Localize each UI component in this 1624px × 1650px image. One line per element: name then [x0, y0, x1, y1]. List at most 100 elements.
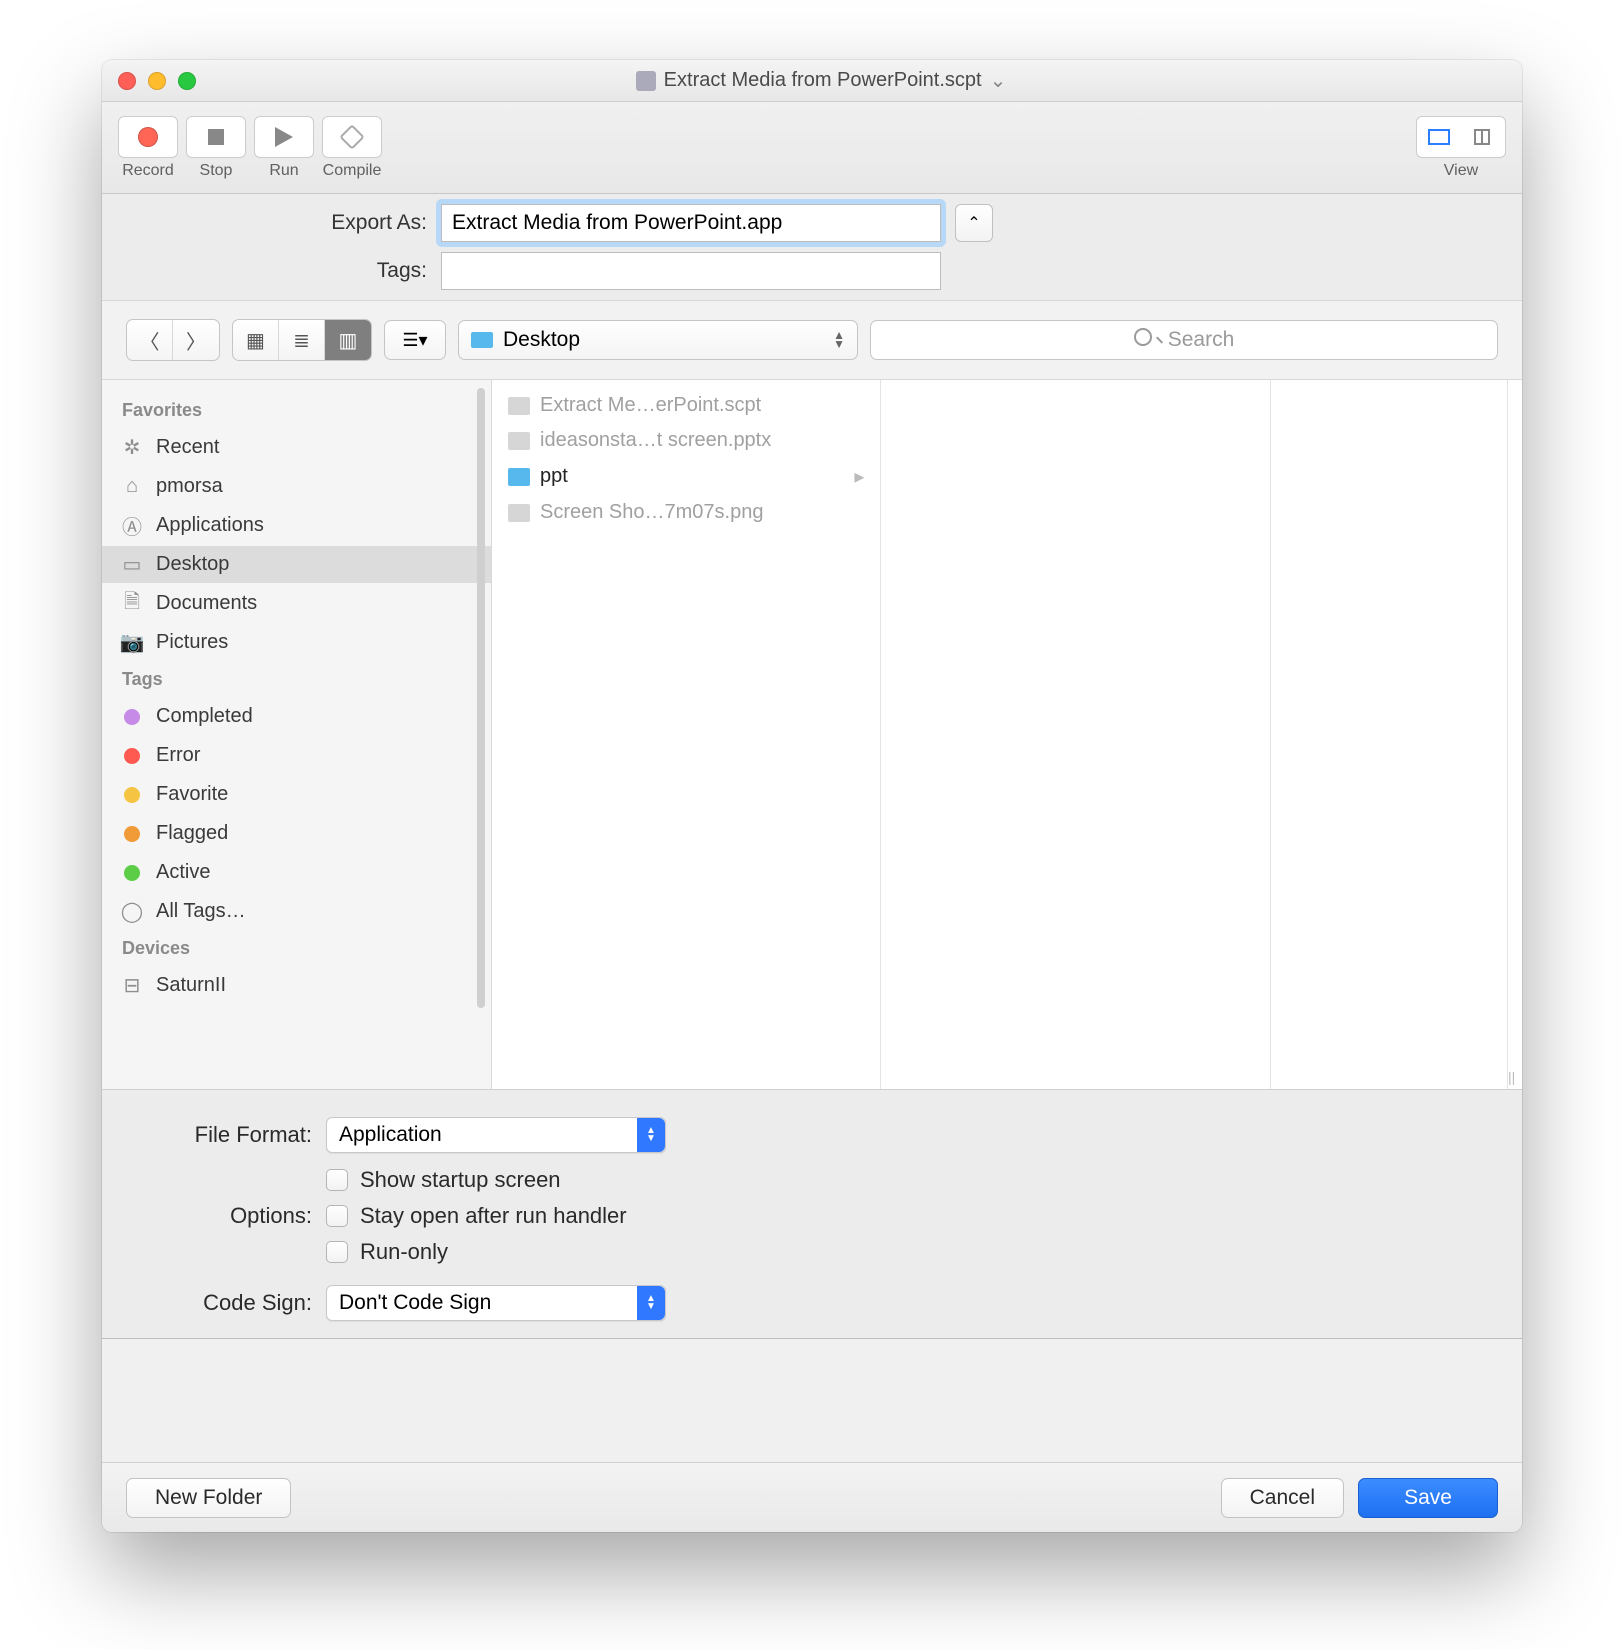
- checkbox-1[interactable]: [326, 1205, 348, 1227]
- column-pane-3: [1271, 380, 1508, 1089]
- tag-color-icon: [124, 865, 140, 881]
- run-button[interactable]: [254, 116, 314, 158]
- code-sign-select[interactable]: Don't Code Sign ▲▼: [326, 1285, 666, 1321]
- view-mode-1[interactable]: [1417, 117, 1461, 157]
- column-resize-grip[interactable]: ||: [1508, 1069, 1522, 1089]
- checkbox-2[interactable]: [326, 1241, 348, 1263]
- expand-collapse-button[interactable]: ⌃: [955, 204, 993, 242]
- sidebar-scrollbar[interactable]: [477, 388, 485, 1008]
- sidebar-item-label: Active: [156, 861, 210, 884]
- checkbox-0[interactable]: [326, 1169, 348, 1191]
- close-window-button[interactable]: [118, 72, 136, 90]
- view-label: View: [1444, 162, 1478, 180]
- stop-icon: [208, 129, 224, 145]
- code-sign-value: Don't Code Sign: [339, 1291, 491, 1315]
- nav-back-button[interactable]: 〈: [127, 320, 173, 360]
- sidebar-item-label: Desktop: [156, 553, 229, 576]
- sidebar-item-label: Completed: [156, 705, 253, 728]
- view-mode-segment[interactable]: [1416, 116, 1506, 158]
- sidebar-item-applications[interactable]: ⒶApplications: [102, 507, 491, 544]
- export-as-label: Export As:: [122, 211, 427, 235]
- play-icon: [275, 127, 293, 147]
- search-placeholder: Search: [1168, 328, 1235, 352]
- compile-button[interactable]: [322, 116, 382, 158]
- recent-icon: ✲: [120, 438, 144, 458]
- split-pane-icon: [1476, 129, 1490, 145]
- window-title: Extract Media from PowerPoint.scpt ⌄: [196, 68, 1446, 93]
- arrange-button[interactable]: ☰▾: [384, 320, 446, 360]
- record-label: Record: [122, 162, 174, 180]
- options-label: Options:: [122, 1203, 312, 1229]
- save-button[interactable]: Save: [1358, 1478, 1498, 1518]
- single-pane-icon: [1428, 129, 1450, 145]
- nav-forward-button[interactable]: 〉: [173, 320, 219, 360]
- tags-input[interactable]: [441, 252, 941, 290]
- stop-button[interactable]: [186, 116, 246, 158]
- all-tags-icon: ◯: [120, 902, 144, 922]
- sidebar-item-recent[interactable]: ✲Recent: [102, 429, 491, 466]
- sidebar-item-pmorsa[interactable]: ⌂ pmorsa: [102, 468, 491, 505]
- sidebar-device-saturnii[interactable]: ⊟SaturnII: [102, 967, 491, 1004]
- search-field[interactable]: Search: [870, 320, 1498, 360]
- sidebar-tag-active[interactable]: Active: [102, 854, 491, 891]
- tag-color-icon: [124, 748, 140, 764]
- file-format-select[interactable]: Application ▲▼: [326, 1117, 666, 1153]
- folder-row[interactable]: ppt ▸: [496, 458, 876, 495]
- sidebar-tag-all[interactable]: ◯All Tags…: [102, 893, 491, 930]
- title-menu-chevron-icon[interactable]: ⌄: [990, 68, 1007, 93]
- window-title-text: Extract Media from PowerPoint.scpt: [664, 69, 982, 92]
- sidebar-group-tags: Tags: [102, 663, 491, 696]
- sidebar-item-documents[interactable]: 🗎Documents: [102, 585, 491, 622]
- export-as-input[interactable]: [441, 204, 941, 242]
- save-label: Save: [1404, 1486, 1452, 1510]
- updown-icon: ▲▼: [833, 331, 845, 349]
- checkbox-label: Run-only: [360, 1239, 448, 1265]
- tag-color-icon: [124, 709, 140, 725]
- zoom-window-button[interactable]: [178, 72, 196, 90]
- chevron-right-icon: ▸: [854, 464, 864, 489]
- folder-icon: [471, 332, 493, 348]
- view-mode-2[interactable]: [1461, 117, 1505, 157]
- file-browser-toolbar: 〈 〉 ▦ ≣ ▥ ☰▾ Desktop ▲▼ Search: [102, 300, 1522, 380]
- export-sheet: Export As: ⌃ Tags: 〈 〉 ▦ ≣ ▥ ☰▾: [102, 194, 1522, 1339]
- file-browser: Favorites ✲Recent ⌂ pmorsa ⒶApplications▭De…: [102, 380, 1522, 1090]
- location-popup[interactable]: Desktop ▲▼: [458, 320, 858, 360]
- file-name: Extract Me…erPoint.scpt: [540, 394, 761, 417]
- sidebar-item-label: Documents: [156, 592, 257, 615]
- hammer-icon: [339, 124, 364, 149]
- bottom-bar: New Folder Cancel Save: [102, 1462, 1522, 1532]
- record-button[interactable]: [118, 116, 178, 158]
- minimize-window-button[interactable]: [148, 72, 166, 90]
- new-folder-button[interactable]: New Folder: [126, 1478, 291, 1518]
- nav-back-forward: 〈 〉: [126, 319, 220, 361]
- chevron-up-icon: ⌃: [967, 213, 980, 233]
- sidebar-item-label: pmorsa: [156, 475, 223, 498]
- sidebar-item-desktop[interactable]: ▭Desktop: [102, 546, 491, 583]
- sidebar-group-favorites: Favorites: [102, 394, 491, 427]
- sidebar-tag-completed[interactable]: Completed: [102, 698, 491, 735]
- script-editor-toolbar: Record Stop Run Compile View: [102, 102, 1522, 194]
- file-row: Extract Me…erPoint.scpt: [496, 388, 876, 423]
- file-name: ppt: [540, 465, 568, 488]
- list-view-button[interactable]: ≣: [279, 320, 325, 360]
- sidebar-item-label: Pictures: [156, 631, 228, 654]
- tags-label: Tags:: [122, 259, 427, 283]
- sidebar-item-label: Flagged: [156, 822, 228, 845]
- sidebar-tag-error[interactable]: Error: [102, 737, 491, 774]
- folder-icon: [508, 468, 530, 486]
- code-sign-label: Code Sign:: [122, 1290, 312, 1316]
- column-view-button[interactable]: ▥: [325, 320, 371, 360]
- checkbox-label: Show startup screen: [360, 1167, 561, 1193]
- file-name: ideasonsta…t screen.pptx: [540, 429, 771, 452]
- location-label: Desktop: [503, 328, 580, 352]
- export-options: File Format: Application ▲▼ Options: Sho…: [102, 1090, 1522, 1338]
- sidebar-item-pictures[interactable]: 📷Pictures: [102, 624, 491, 661]
- sidebar-tag-favorite[interactable]: Favorite: [102, 776, 491, 813]
- icon-view-button[interactable]: ▦: [233, 320, 279, 360]
- home-icon: ⌂: [120, 477, 144, 497]
- sidebar-tag-flagged[interactable]: Flagged: [102, 815, 491, 852]
- column-pane-2: [881, 380, 1270, 1089]
- sidebar-item-label: Favorite: [156, 783, 228, 806]
- apps-icon: Ⓐ: [120, 516, 144, 536]
- cancel-button[interactable]: Cancel: [1221, 1478, 1344, 1518]
